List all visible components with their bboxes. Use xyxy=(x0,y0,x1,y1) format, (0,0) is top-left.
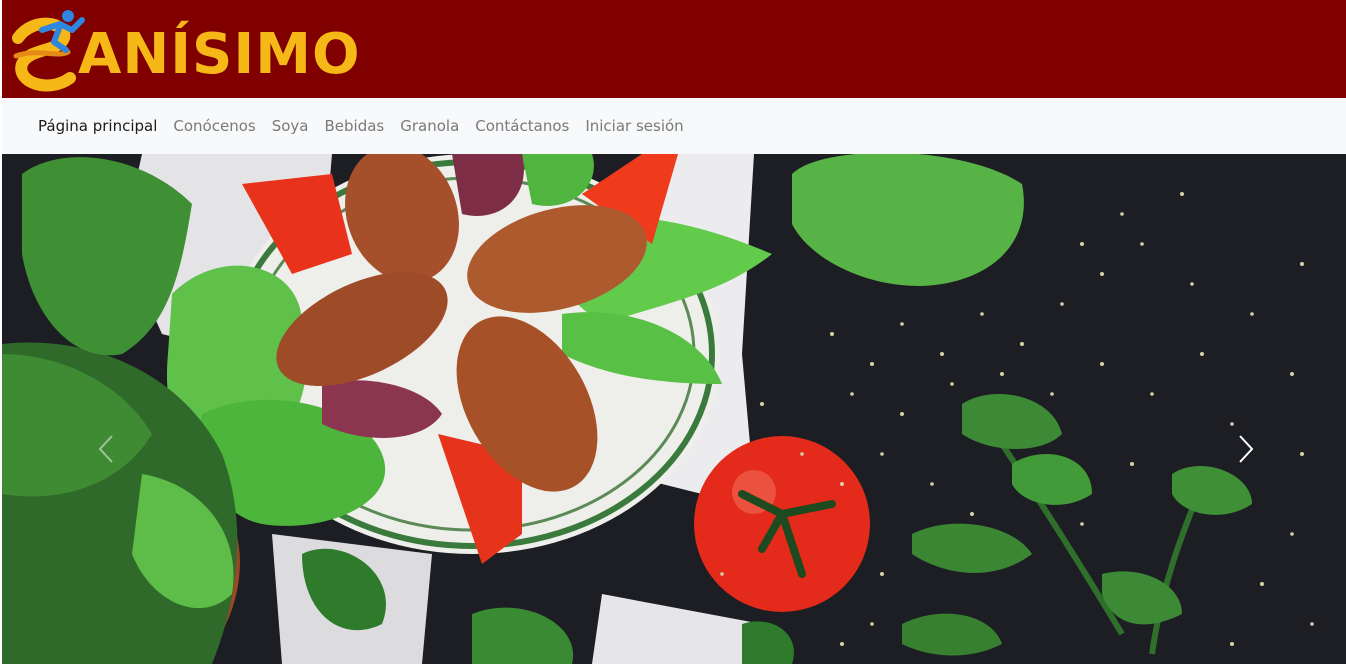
nav-list: Página principal Conócenos Soya Bebidas … xyxy=(38,98,692,154)
runner-s-logo-icon xyxy=(12,10,85,92)
nav-item-pagina-principal[interactable]: Página principal xyxy=(38,117,165,135)
carousel-next-button[interactable] xyxy=(1222,424,1270,474)
chevron-left-icon xyxy=(98,435,113,463)
nav-item-iniciar-sesion[interactable]: Iniciar sesión xyxy=(577,117,691,135)
nav-item-soya[interactable]: Soya xyxy=(264,117,317,135)
brand-logo[interactable]: ANÍSIMO xyxy=(8,8,388,96)
hero-carousel xyxy=(2,154,1346,664)
site-header: ANÍSIMO xyxy=(2,0,1346,98)
nav-item-contactanos[interactable]: Contáctanos xyxy=(467,117,577,135)
nav-item-conocenos[interactable]: Conócenos xyxy=(165,117,263,135)
nav-item-bebidas[interactable]: Bebidas xyxy=(316,117,392,135)
kibbeh-salad-platter-photo xyxy=(2,154,1346,664)
nav-item-granola[interactable]: Granola xyxy=(392,117,467,135)
chevron-right-icon xyxy=(1239,435,1254,463)
brand-name: ANÍSIMO xyxy=(78,22,361,87)
main-navbar: Página principal Conócenos Soya Bebidas … xyxy=(2,98,1346,154)
carousel-prev-button[interactable] xyxy=(82,424,130,474)
